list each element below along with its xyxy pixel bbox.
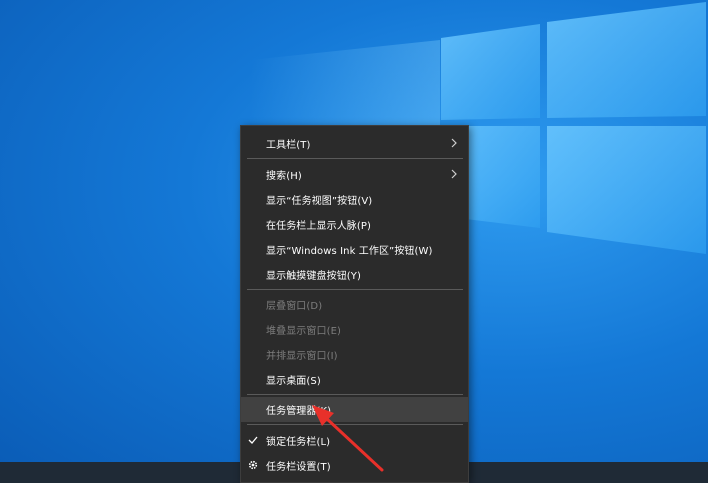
menu-item-label: 并排显示窗口(I) bbox=[266, 351, 338, 362]
menu-item-label: 工具栏(T) bbox=[266, 140, 311, 151]
menu-separator bbox=[247, 424, 463, 425]
menu-item-show-desktop[interactable]: 显示桌面(S) bbox=[241, 367, 468, 392]
menu-item-task-manager[interactable]: 任务管理器(K) bbox=[241, 397, 468, 422]
menu-separator bbox=[247, 158, 463, 159]
menu-item-label: 显示“Windows Ink 工作区”按钮(W) bbox=[266, 246, 433, 257]
menu-item-side-by-side-windows: 并排显示窗口(I) bbox=[241, 342, 468, 367]
menu-item-label: 在任务栏上显示人脉(P) bbox=[266, 221, 372, 232]
menu-item-label: 任务栏设置(T) bbox=[266, 462, 331, 473]
menu-item-show-windows-ink-button[interactable]: 显示“Windows Ink 工作区”按钮(W) bbox=[241, 237, 468, 262]
menu-item-taskbar-settings[interactable]: 任务栏设置(T) bbox=[241, 453, 468, 478]
menu-item-label: 显示“任务视图”按钮(V) bbox=[266, 196, 373, 207]
menu-item-lock-taskbar[interactable]: 锁定任务栏(L) bbox=[241, 428, 468, 453]
taskbar-context-menu: 工具栏(T) 搜索(H) 显示“任务视图”按钮(V) 在任务栏上显示人脉(P) … bbox=[240, 125, 469, 483]
menu-item-stack-windows: 堆叠显示窗口(E) bbox=[241, 317, 468, 342]
menu-item-label: 搜索(H) bbox=[266, 171, 302, 182]
menu-item-label: 显示触摸键盘按钮(Y) bbox=[266, 271, 362, 282]
menu-item-cascade-windows: 层叠窗口(D) bbox=[241, 292, 468, 317]
menu-item-show-people[interactable]: 在任务栏上显示人脉(P) bbox=[241, 212, 468, 237]
menu-item-search[interactable]: 搜索(H) bbox=[241, 162, 468, 187]
menu-item-label: 层叠窗口(D) bbox=[266, 301, 323, 312]
checkmark-icon bbox=[248, 436, 258, 444]
menu-item-label: 堆叠显示窗口(E) bbox=[266, 326, 342, 337]
menu-separator bbox=[247, 394, 463, 395]
chevron-right-icon bbox=[451, 138, 457, 148]
menu-item-show-touch-keyboard-button[interactable]: 显示触摸键盘按钮(Y) bbox=[241, 262, 468, 287]
menu-item-label: 锁定任务栏(L) bbox=[266, 437, 331, 448]
menu-item-label: 显示桌面(S) bbox=[266, 376, 321, 387]
chevron-right-icon bbox=[451, 169, 457, 179]
menu-item-toolbars[interactable]: 工具栏(T) bbox=[241, 131, 468, 156]
menu-separator bbox=[247, 289, 463, 290]
menu-item-label: 任务管理器(K) bbox=[266, 406, 332, 417]
gear-icon bbox=[248, 460, 258, 470]
menu-item-show-task-view-button[interactable]: 显示“任务视图”按钮(V) bbox=[241, 187, 468, 212]
